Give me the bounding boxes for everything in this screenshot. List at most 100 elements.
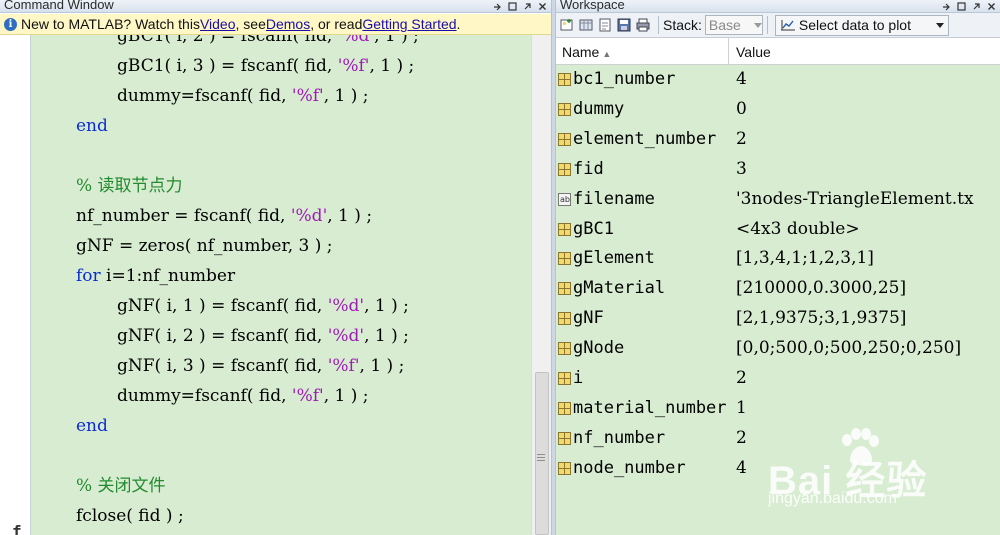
column-divider[interactable]: [728, 38, 729, 65]
demos-link[interactable]: Demos: [266, 16, 310, 32]
info-mid1: , see: [235, 16, 266, 32]
variable-name: gElement: [573, 248, 655, 269]
variable-name: filename: [573, 188, 655, 209]
stack-value: Base: [708, 17, 741, 33]
variable-value: 2: [736, 128, 747, 149]
import-data-icon[interactable]: [597, 17, 613, 33]
code-string: '%d': [337, 35, 375, 46]
video-link[interactable]: Video: [200, 16, 236, 32]
code-line: fclose( fid ) ;: [76, 504, 184, 528]
workspace-title-buttons: [942, 0, 996, 13]
workspace-variable-row[interactable]: material_number 1: [556, 394, 1000, 424]
close-icon[interactable]: [987, 2, 996, 12]
code-text: , 1 ) ;: [369, 56, 415, 76]
code-text: , 1 ) ;: [323, 386, 369, 406]
workspace-variable-row[interactable]: gBC1 <4x3 double>: [556, 215, 1000, 245]
scrollbar-grip: [537, 454, 545, 463]
variable-name: node_number: [573, 457, 686, 478]
code-text: , 1 ) ;: [364, 296, 409, 316]
code-line: gNF( i, 1 ) = fscanf( fid, '%d', 1 ) ;: [117, 294, 409, 318]
code-text: , 1 ) ;: [364, 326, 409, 346]
command-window-code[interactable]: gBC1( i, 2 ) = fscanf( fid, '%d', 1 ) ; g…: [31, 35, 531, 535]
matrix-icon: [558, 401, 571, 415]
code-keyword: end: [76, 116, 108, 136]
code-text: gNF( i, 1 ) = fscanf( fid,: [117, 296, 328, 316]
info-icon: i: [4, 17, 17, 31]
workspace-variable-row[interactable]: nf_number 2: [556, 424, 1000, 454]
code-text: gBC1( i, 3 ) = fscanf( fid,: [117, 56, 338, 76]
variable-name: material_number: [573, 397, 727, 418]
code-string: '%f': [327, 356, 360, 376]
print-icon[interactable]: [635, 17, 651, 33]
code-text: , 1 ) ;: [374, 35, 419, 46]
workspace-variable-row[interactable]: fid 3: [556, 155, 1000, 185]
workspace-variable-row[interactable]: gElement [1,3,4,1;1,2,3,1]: [556, 244, 1000, 274]
toolbar-separator: [766, 16, 768, 34]
select-data-to-plot-button[interactable]: Select data to plot: [774, 14, 949, 36]
code-string: '%f': [337, 56, 370, 76]
open-variable-icon[interactable]: [578, 17, 594, 33]
dock-arrow-icon[interactable]: [493, 2, 502, 12]
workspace-variable-row[interactable]: ab filename '3nodes-TriangleElement.tx: [556, 185, 1000, 215]
close-icon[interactable]: [538, 2, 547, 12]
code-comment: % 关闭文件: [76, 476, 166, 496]
variable-name: gBC1: [573, 218, 614, 239]
undock-icon[interactable]: [523, 2, 532, 12]
code-text: gNF( i, 3 ) = fscanf( fid,: [117, 356, 328, 376]
variable-value: [210000,0.3000,25]: [736, 278, 907, 299]
code-keyword: end: [76, 416, 108, 436]
command-window-title-buttons: [493, 0, 547, 13]
variable-value: [1,3,4,1;1,2,3,1]: [736, 248, 874, 269]
variable-value: 1: [736, 397, 747, 418]
workspace-variable-row[interactable]: gNode [0,0;500,0;500,250;0,250]: [556, 334, 1000, 364]
variable-name: element_number: [573, 128, 717, 149]
code-line: for i=1:nf_number: [76, 264, 235, 288]
code-text: gNF( i, 2 ) = fscanf( fid,: [117, 326, 328, 346]
maximize-icon[interactable]: [508, 2, 517, 12]
matrix-icon: [558, 132, 571, 146]
code-line: % 关闭文件: [76, 474, 166, 498]
variable-name: dummy: [573, 98, 625, 119]
matrix-icon: [558, 372, 571, 385]
workspace-variable-row[interactable]: element_number 2: [556, 125, 1000, 155]
getting-started-link[interactable]: Getting Started: [362, 16, 456, 32]
command-window[interactable]: Command Window i New to MATLAB? Watch th…: [0, 0, 551, 535]
maximize-icon[interactable]: [957, 2, 966, 12]
prompt-marker: f: [12, 522, 22, 535]
workspace-variable-row[interactable]: bc1_number 4: [556, 65, 1000, 95]
workspace-column-header: Name ▲ Value: [556, 38, 1000, 65]
code-line: dummy=fscanf( fid, '%f', 1 ) ;: [117, 384, 369, 408]
dock-arrow-icon[interactable]: [942, 2, 951, 12]
command-window-gutter: f: [0, 35, 31, 535]
column-header-value[interactable]: Value: [736, 44, 771, 60]
command-window-titlebar[interactable]: Command Window: [0, 0, 551, 13]
matrix-icon: [558, 342, 571, 356]
matrix-icon: [558, 102, 571, 116]
code-keyword: for: [76, 266, 101, 286]
workspace-variable-row[interactable]: dummy 0: [556, 95, 1000, 125]
command-window-scrollbar[interactable]: [531, 35, 551, 535]
column-header-name[interactable]: Name ▲: [562, 44, 611, 60]
workspace-variable-row[interactable]: gMaterial [210000,0.3000,25]: [556, 274, 1000, 304]
workspace-titlebar[interactable]: Workspace: [556, 0, 1000, 13]
code-comment: % 读取节点力: [76, 176, 183, 196]
info-prefix: New to MATLAB? Watch this: [21, 16, 200, 32]
matrix-icon: [558, 461, 571, 475]
workspace-title: Workspace: [560, 0, 625, 12]
variable-value: 4: [736, 69, 747, 89]
variable-value: <4x3 double>: [736, 218, 860, 239]
code-text: , 1 ) ;: [327, 206, 373, 226]
stack-dropdown[interactable]: Base: [704, 15, 763, 35]
save-workspace-icon[interactable]: [616, 17, 632, 33]
workspace-variable-row[interactable]: i2: [556, 364, 1000, 394]
workspace-panel[interactable]: Workspace Stack: Base Select data to plo…: [556, 0, 1000, 535]
matrix-icon: [558, 282, 571, 296]
undock-icon[interactable]: [972, 2, 981, 12]
command-window-title: Command Window: [4, 0, 114, 12]
matrix-icon: [558, 312, 571, 326]
matrix-icon: [558, 431, 571, 445]
code-string: '%d': [327, 296, 365, 316]
workspace-variable-row[interactable]: gNF [2,1,9375;3,1,9375]: [556, 304, 1000, 334]
new-variable-icon[interactable]: [559, 17, 575, 33]
workspace-variable-row[interactable]: node_number 4: [556, 454, 1000, 484]
